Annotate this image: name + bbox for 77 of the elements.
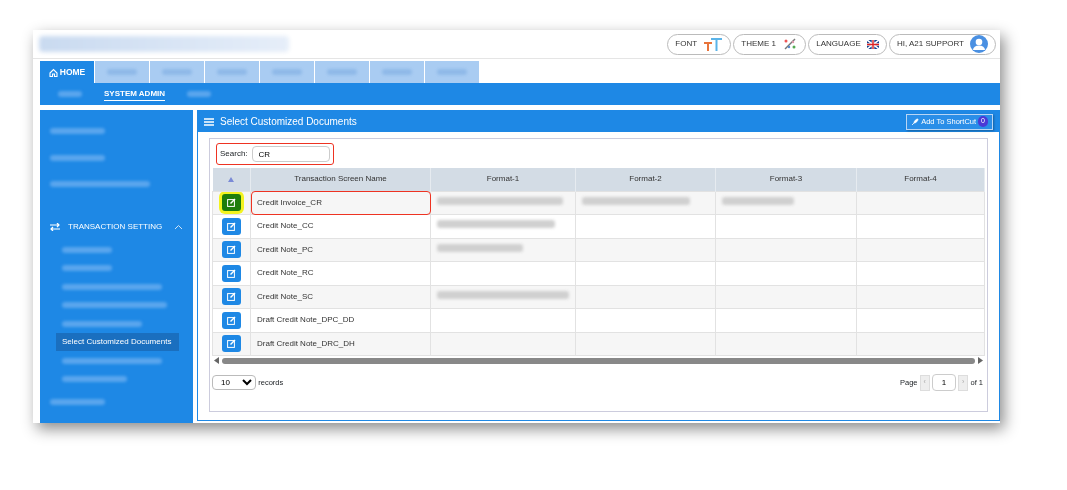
edit-icon [227,221,236,231]
edit-icon [227,292,236,302]
scroll-left-icon [214,357,219,364]
search-field[interactable]: CR [251,146,330,162]
account-button[interactable]: HI, A21 SUPPORT [889,33,996,55]
edit-button[interactable] [222,311,241,329]
edit-icon [227,268,236,278]
edit-icon [227,198,236,208]
menu-icon [204,117,214,126]
sidebar-group[interactable] [50,154,105,161]
scroll-right-icon [978,357,983,364]
edit-button[interactable] [222,217,241,235]
edit-icon [227,315,236,325]
sidebar-item[interactable] [62,302,167,309]
blurred-text [382,69,412,75]
panel-title: Select Customized Documents [220,115,357,129]
table-cell: Credit Note_RC [250,261,431,285]
flag-icon [866,39,879,49]
submenu-item[interactable]: SYSTEM ADMIN [104,87,166,101]
table-cell: Draft Credit Note_DRC_DH [250,332,431,356]
blurred-text [327,69,357,75]
sidebar-item[interactable] [62,283,162,290]
rocket-icon [911,117,920,126]
table-cell: Draft Credit Note_DPC_DD [250,308,431,332]
sidebar-item[interactable] [62,376,127,383]
font-button[interactable]: FONT [667,33,732,55]
edit-button[interactable] [222,288,241,306]
submenu-item[interactable] [58,91,82,97]
edit-button[interactable] [222,335,241,353]
nav-tab[interactable] [260,61,315,83]
column-header[interactable]: Transaction Screen Name [250,168,431,191]
palette-icon [782,37,799,51]
avatar-icon [970,35,988,53]
edit-button[interactable] [222,194,241,212]
column-header[interactable]: Format-1 [430,168,576,191]
edit-icon [227,245,236,255]
page-size-select[interactable]: 10 [212,375,256,390]
nav-tab[interactable]: HOME [40,61,95,83]
theme-button[interactable]: THEME 1 [733,33,807,55]
blurred-text [437,69,467,75]
table-cell: Credit Note_CC [250,214,431,238]
swap-icon [50,223,60,231]
table-cell: Credit Note_SC [250,285,431,309]
column-header[interactable]: Format-3 [715,168,857,191]
edit-button[interactable] [222,264,241,282]
font-size-icon [703,37,724,51]
sidebar-item[interactable] [62,320,142,327]
blurred-text [162,69,192,75]
blurred-text [107,69,137,75]
nav-tab[interactable] [95,61,150,83]
sidebar-item[interactable] [62,246,112,253]
nav-tab[interactable] [315,61,370,83]
blurred-text [272,69,302,75]
table-cell: Credit Invoice_CR [250,191,431,215]
table-cell: Credit Note_PC [250,238,431,262]
sidebar-group[interactable] [50,398,105,405]
sidebar-group[interactable] [50,128,105,135]
submenu-item[interactable] [187,91,212,97]
blurred-text [217,69,247,75]
nav-tab[interactable] [150,61,205,83]
edit-button[interactable] [222,241,241,259]
sidebar-group[interactable]: TRANSACTION SETTING [68,221,163,233]
column-header[interactable]: Format-4 [856,168,985,191]
edit-icon [227,339,236,349]
language-button[interactable]: LANGUAGE [808,33,887,55]
nav-tab[interactable] [205,61,260,83]
sidebar-item[interactable] [62,265,112,272]
nav-tab[interactable] [425,61,480,83]
sidebar-group[interactable] [50,181,150,188]
sort-icon [228,176,235,182]
page-number-field[interactable]: 1 [932,374,956,391]
search-label: Search: [220,148,248,160]
scrollbar[interactable] [212,356,985,365]
column-header[interactable]: Format-2 [575,168,716,191]
nav-tab[interactable] [370,61,425,83]
sidebar-item[interactable] [62,357,162,364]
home-icon [48,67,58,77]
